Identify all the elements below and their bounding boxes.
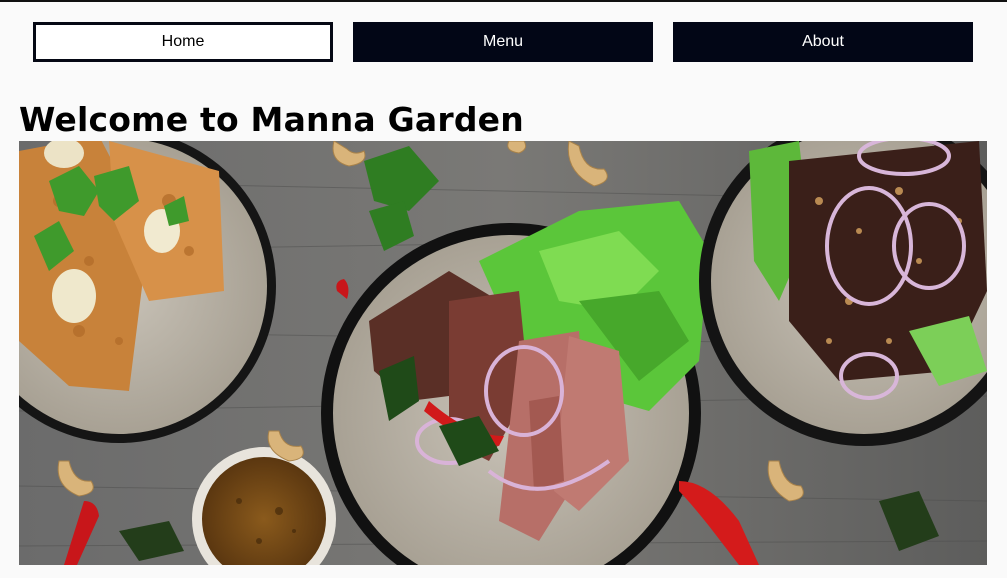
main-nav: Home Menu About [33,22,973,62]
nav-menu-button[interactable]: Menu [353,22,653,62]
nav-about-button[interactable]: About [673,22,973,62]
top-border [0,0,1007,2]
page-title: Welcome to Manna Garden [19,100,524,139]
page: Home Menu About Welcome to Manna Garden [0,0,1007,578]
hero-image [19,141,987,565]
nav-home-button[interactable]: Home [33,22,333,62]
